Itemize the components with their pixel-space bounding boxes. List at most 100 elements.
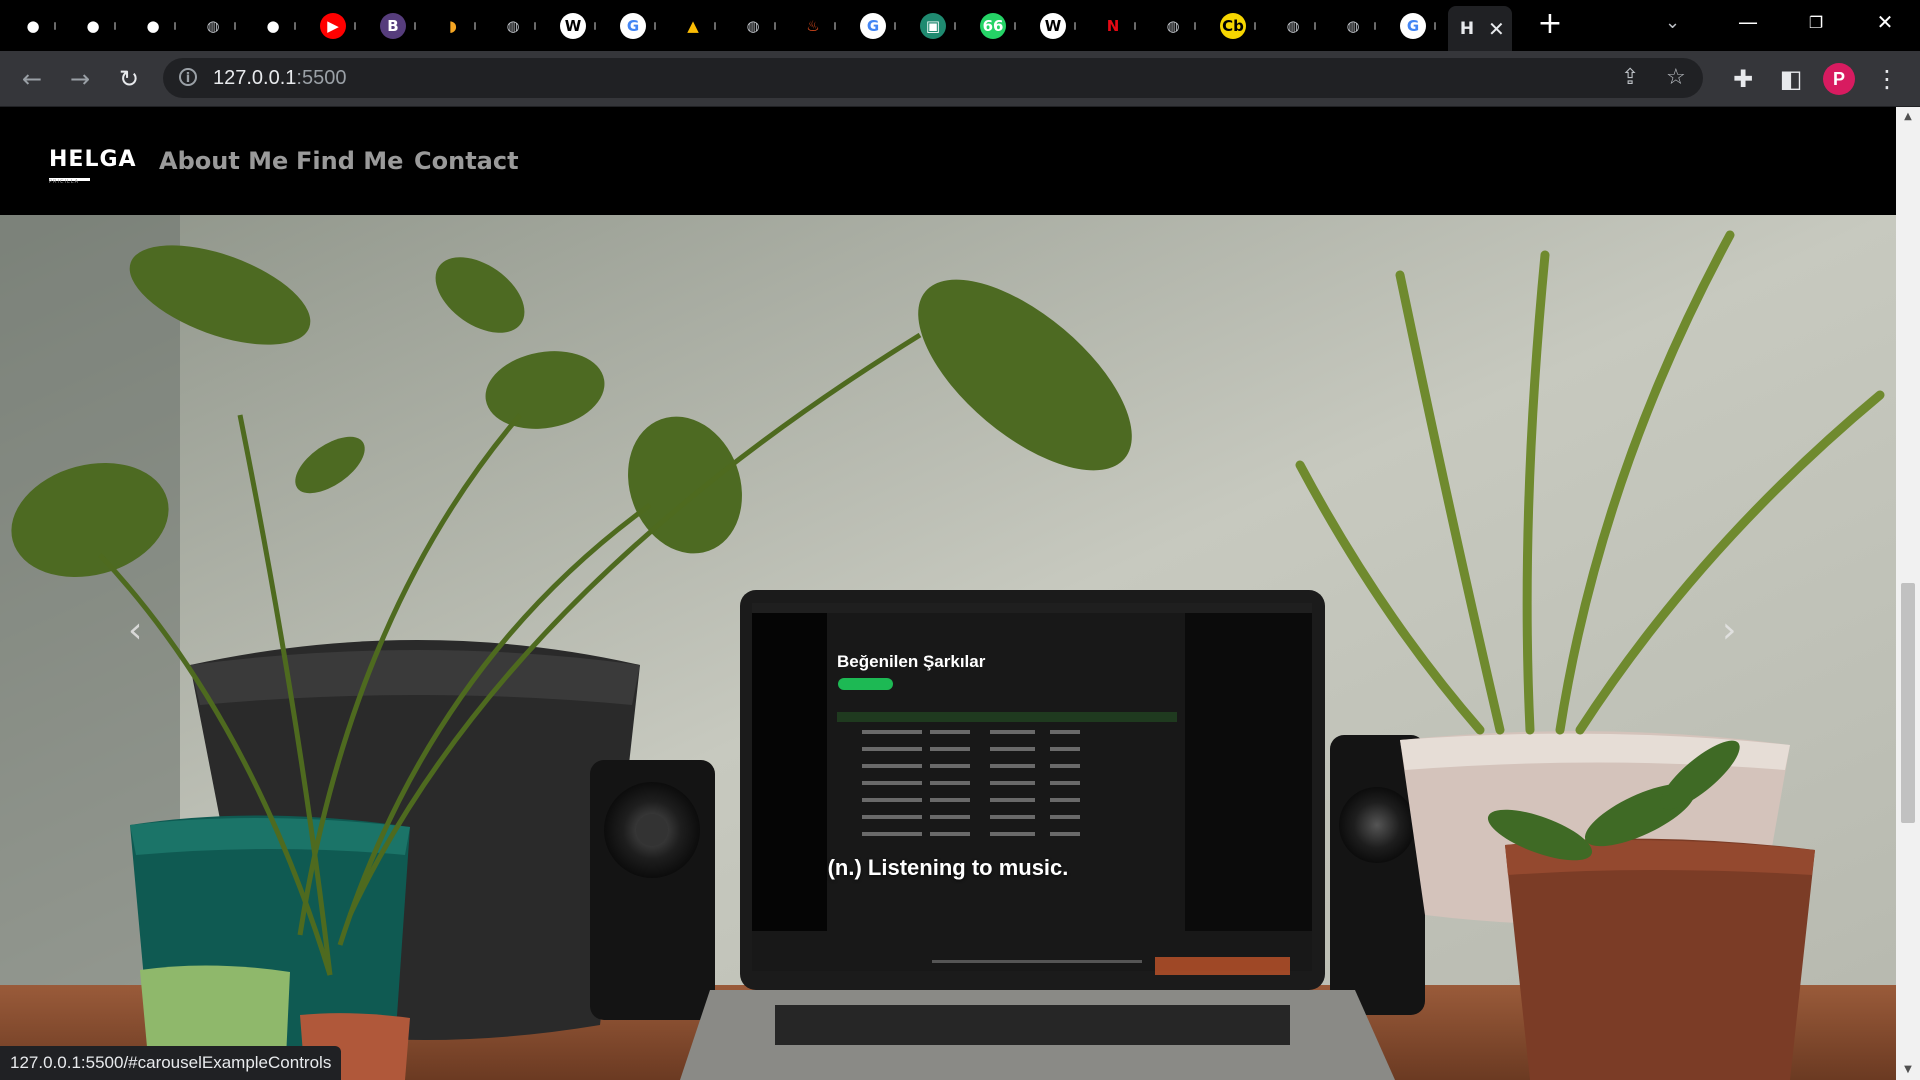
google-icon: G	[860, 12, 886, 39]
carousel-next-icon[interactable]: ›	[1722, 610, 1736, 651]
scroll-down-icon[interactable]: ▼	[1896, 1060, 1920, 1080]
close-window-icon[interactable]: ✕	[1865, 10, 1905, 34]
site-brand-subtitle: PRICILLA	[49, 179, 80, 185]
browser-tab[interactable]: N	[1100, 4, 1136, 47]
browser-tab[interactable]: ●	[80, 4, 116, 47]
github-icon: ●	[260, 12, 286, 39]
browser-tab[interactable]: H ✕	[1448, 6, 1512, 51]
carousel: Beğenilen Şarkılar ‹ › (n.) Listening to…	[0, 215, 1896, 1080]
google-icon: G	[620, 12, 646, 39]
globe-icon: ◍	[200, 12, 226, 39]
globe-icon: ◍	[1160, 12, 1186, 39]
browser-tab[interactable]: G	[620, 4, 656, 47]
browser-tab[interactable]: G	[860, 4, 896, 47]
browser-tab[interactable]: ◍	[1340, 4, 1376, 47]
browser-tab[interactable]: 66	[980, 4, 1016, 47]
bookmark-star-icon[interactable]: ☆	[1666, 65, 1686, 90]
browser-tab[interactable]: ▣	[920, 4, 956, 47]
nav-link-contact[interactable]: Contact	[414, 147, 519, 175]
browser-tab[interactable]: ▶	[320, 4, 356, 47]
bootstrap-icon: B	[380, 12, 406, 39]
tab-separator	[654, 21, 656, 30]
carousel-prev-icon[interactable]: ‹	[128, 610, 142, 651]
site-navbar: HELGA PRICILLA About Me Find Me Contact	[0, 107, 1896, 215]
google-drive-icon: ▲	[680, 12, 706, 39]
tab-separator	[294, 21, 296, 30]
new-tab-button[interactable]: +	[1535, 9, 1565, 39]
tab-separator	[714, 21, 716, 30]
page-viewport: HELGA PRICILLA About Me Find Me Contact	[0, 107, 1896, 1080]
tab-separator	[114, 21, 116, 30]
menu-dots-icon[interactable]: ⋮	[1872, 64, 1902, 94]
profile-avatar[interactable]: P	[1823, 63, 1855, 95]
tab-separator	[1314, 21, 1316, 30]
browser-tab[interactable]: ●	[20, 4, 56, 47]
globe-icon: ◍	[1340, 12, 1366, 39]
forward-arrow-icon[interactable]: →	[65, 64, 95, 94]
wikipedia-icon: W	[560, 12, 586, 39]
netflix-icon: N	[1100, 12, 1126, 39]
address-bar[interactable]: i 127.0.0.1:5500 ⇪ ☆	[163, 58, 1703, 98]
minimize-icon[interactable]: —	[1728, 10, 1768, 34]
tab-separator	[594, 21, 596, 30]
scroll-up-icon[interactable]: ▲	[1896, 107, 1920, 127]
browser-tab[interactable]: G	[1400, 4, 1436, 47]
tab-separator	[834, 21, 836, 30]
laptop-screen-heading: Beğenilen Şarkılar	[837, 652, 986, 671]
back-arrow-icon[interactable]: ←	[17, 64, 47, 94]
tab-separator	[954, 21, 956, 30]
address-url[interactable]: 127.0.0.1:5500	[213, 67, 346, 90]
browser-tab[interactable]: ♨	[800, 4, 836, 47]
extensions-puzzle-icon[interactable]: ✚	[1728, 64, 1758, 94]
tab-separator	[474, 21, 476, 30]
site-info-icon[interactable]: i	[179, 68, 197, 86]
globe-icon: ◍	[500, 12, 526, 39]
tab-separator	[354, 21, 356, 30]
browser-tab[interactable]: ◍	[200, 4, 236, 47]
browser-tab[interactable]: ◍	[740, 4, 776, 47]
tab-separator	[1074, 21, 1076, 30]
wikipedia-icon: W	[1040, 12, 1066, 39]
tab-separator	[1194, 21, 1196, 30]
nav-link-find[interactable]: Find Me	[296, 147, 403, 175]
yellow-logo-icon: Cb	[1220, 12, 1246, 39]
globe-icon: ◍	[740, 12, 766, 39]
url-host: 127.0.0.1	[213, 67, 297, 89]
restore-icon[interactable]: ❐	[1796, 13, 1836, 32]
tab-strip: ● ● ● ◍ ● ▶ B ◗ ◍ W G ▲ ◍ ♨ G ▣ 66 W N ◍ Cb ◍ ◍ G H ✕	[0, 0, 1920, 51]
site-brand[interactable]: HELGA	[49, 147, 137, 181]
youtube-icon: ▶	[320, 12, 346, 39]
carousel-caption: (n.) Listening to music.	[827, 855, 1069, 880]
browser-tab[interactable]: Cb	[1220, 4, 1256, 47]
browser-tab[interactable]: ◍	[1280, 4, 1316, 47]
flame-icon: ♨	[800, 12, 826, 39]
browser-tab[interactable]: ◗	[440, 4, 476, 47]
browser-tab[interactable]: ●	[140, 4, 176, 47]
nav-link-about[interactable]: About Me	[159, 147, 288, 175]
tab-search-chevron-icon[interactable]: ⌄	[1665, 12, 1680, 33]
browser-tab[interactable]: ◍	[1160, 4, 1196, 47]
google-icon: G	[1400, 12, 1426, 39]
whatsapp-icon: 66	[980, 12, 1006, 39]
browser-tab[interactable]: ●	[260, 4, 296, 47]
green-square-icon: ▣	[920, 12, 946, 39]
link-status-bubble: 127.0.0.1:5500/#carouselExampleControls	[0, 1046, 342, 1080]
browser-tab[interactable]: ◍	[500, 4, 536, 47]
browser-tab[interactable]: B	[380, 4, 416, 47]
carousel-image: Beğenilen Şarkılar	[0, 215, 1896, 1080]
browser-tab[interactable]: W	[1040, 4, 1076, 47]
close-tab-icon[interactable]: ✕	[1488, 17, 1505, 41]
page-scrollbar[interactable]: ▲ ▼	[1896, 107, 1920, 1080]
side-panel-icon[interactable]: ◧	[1776, 64, 1806, 94]
browser-tab[interactable]: ▲	[680, 4, 716, 47]
reload-icon[interactable]: ↻	[114, 64, 144, 94]
scroll-thumb[interactable]	[1901, 583, 1915, 823]
tab-separator	[1254, 21, 1256, 30]
share-icon[interactable]: ⇪	[1621, 65, 1639, 90]
tab-separator	[54, 21, 56, 30]
browser-tab[interactable]: W	[560, 4, 596, 47]
tab-separator	[1434, 21, 1436, 30]
tab-separator	[894, 21, 896, 30]
github-icon: ●	[140, 12, 166, 39]
browser-toolbar: ← → ↻ i 127.0.0.1:5500 ⇪ ☆ ✚ ◧ P ⋮	[0, 51, 1920, 107]
